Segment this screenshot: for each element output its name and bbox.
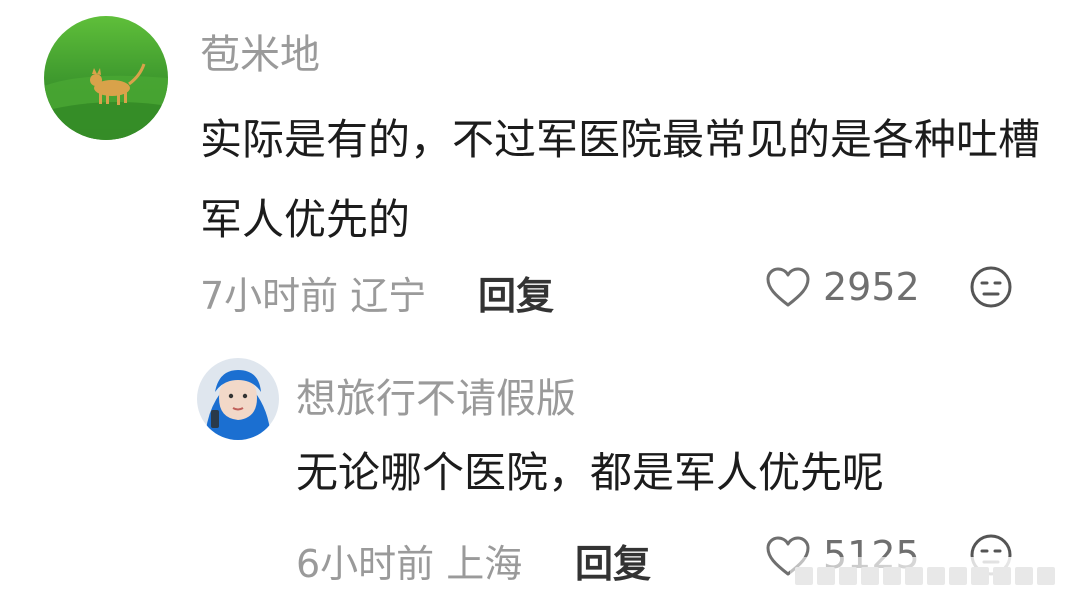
watermark-blocks: [795, 567, 1055, 585]
location: 上海: [446, 542, 523, 586]
comment-text: 实际是有的，不过军医院最常见的是各种吐槽军人优先的: [200, 115, 1041, 244]
reply-button[interactable]: 回复: [478, 265, 554, 320]
comment-meta: 7小时前 辽宁: [200, 265, 426, 320]
location: 辽宁: [350, 274, 427, 318]
comment-meta: 6小时前 上海: [296, 533, 522, 588]
avatar[interactable]: [44, 16, 168, 140]
cat-on-grass-avatar-icon: [44, 16, 168, 140]
like-count: 2952: [823, 265, 920, 309]
timestamp: 6小时前: [296, 542, 435, 586]
reply-button[interactable]: 回复: [575, 533, 651, 588]
username[interactable]: 想旅行不请假版: [296, 366, 576, 424]
heart-outline-icon[interactable]: [765, 266, 811, 312]
timestamp: 7小时前: [200, 274, 339, 318]
avatar[interactable]: [197, 358, 279, 440]
username[interactable]: 苞米地: [200, 22, 320, 80]
comment-text: 无论哪个医院，都是军人优先呢: [296, 448, 885, 497]
neutral-face-icon[interactable]: [969, 265, 1013, 313]
woman-blue-scarf-avatar-icon: [197, 358, 279, 440]
